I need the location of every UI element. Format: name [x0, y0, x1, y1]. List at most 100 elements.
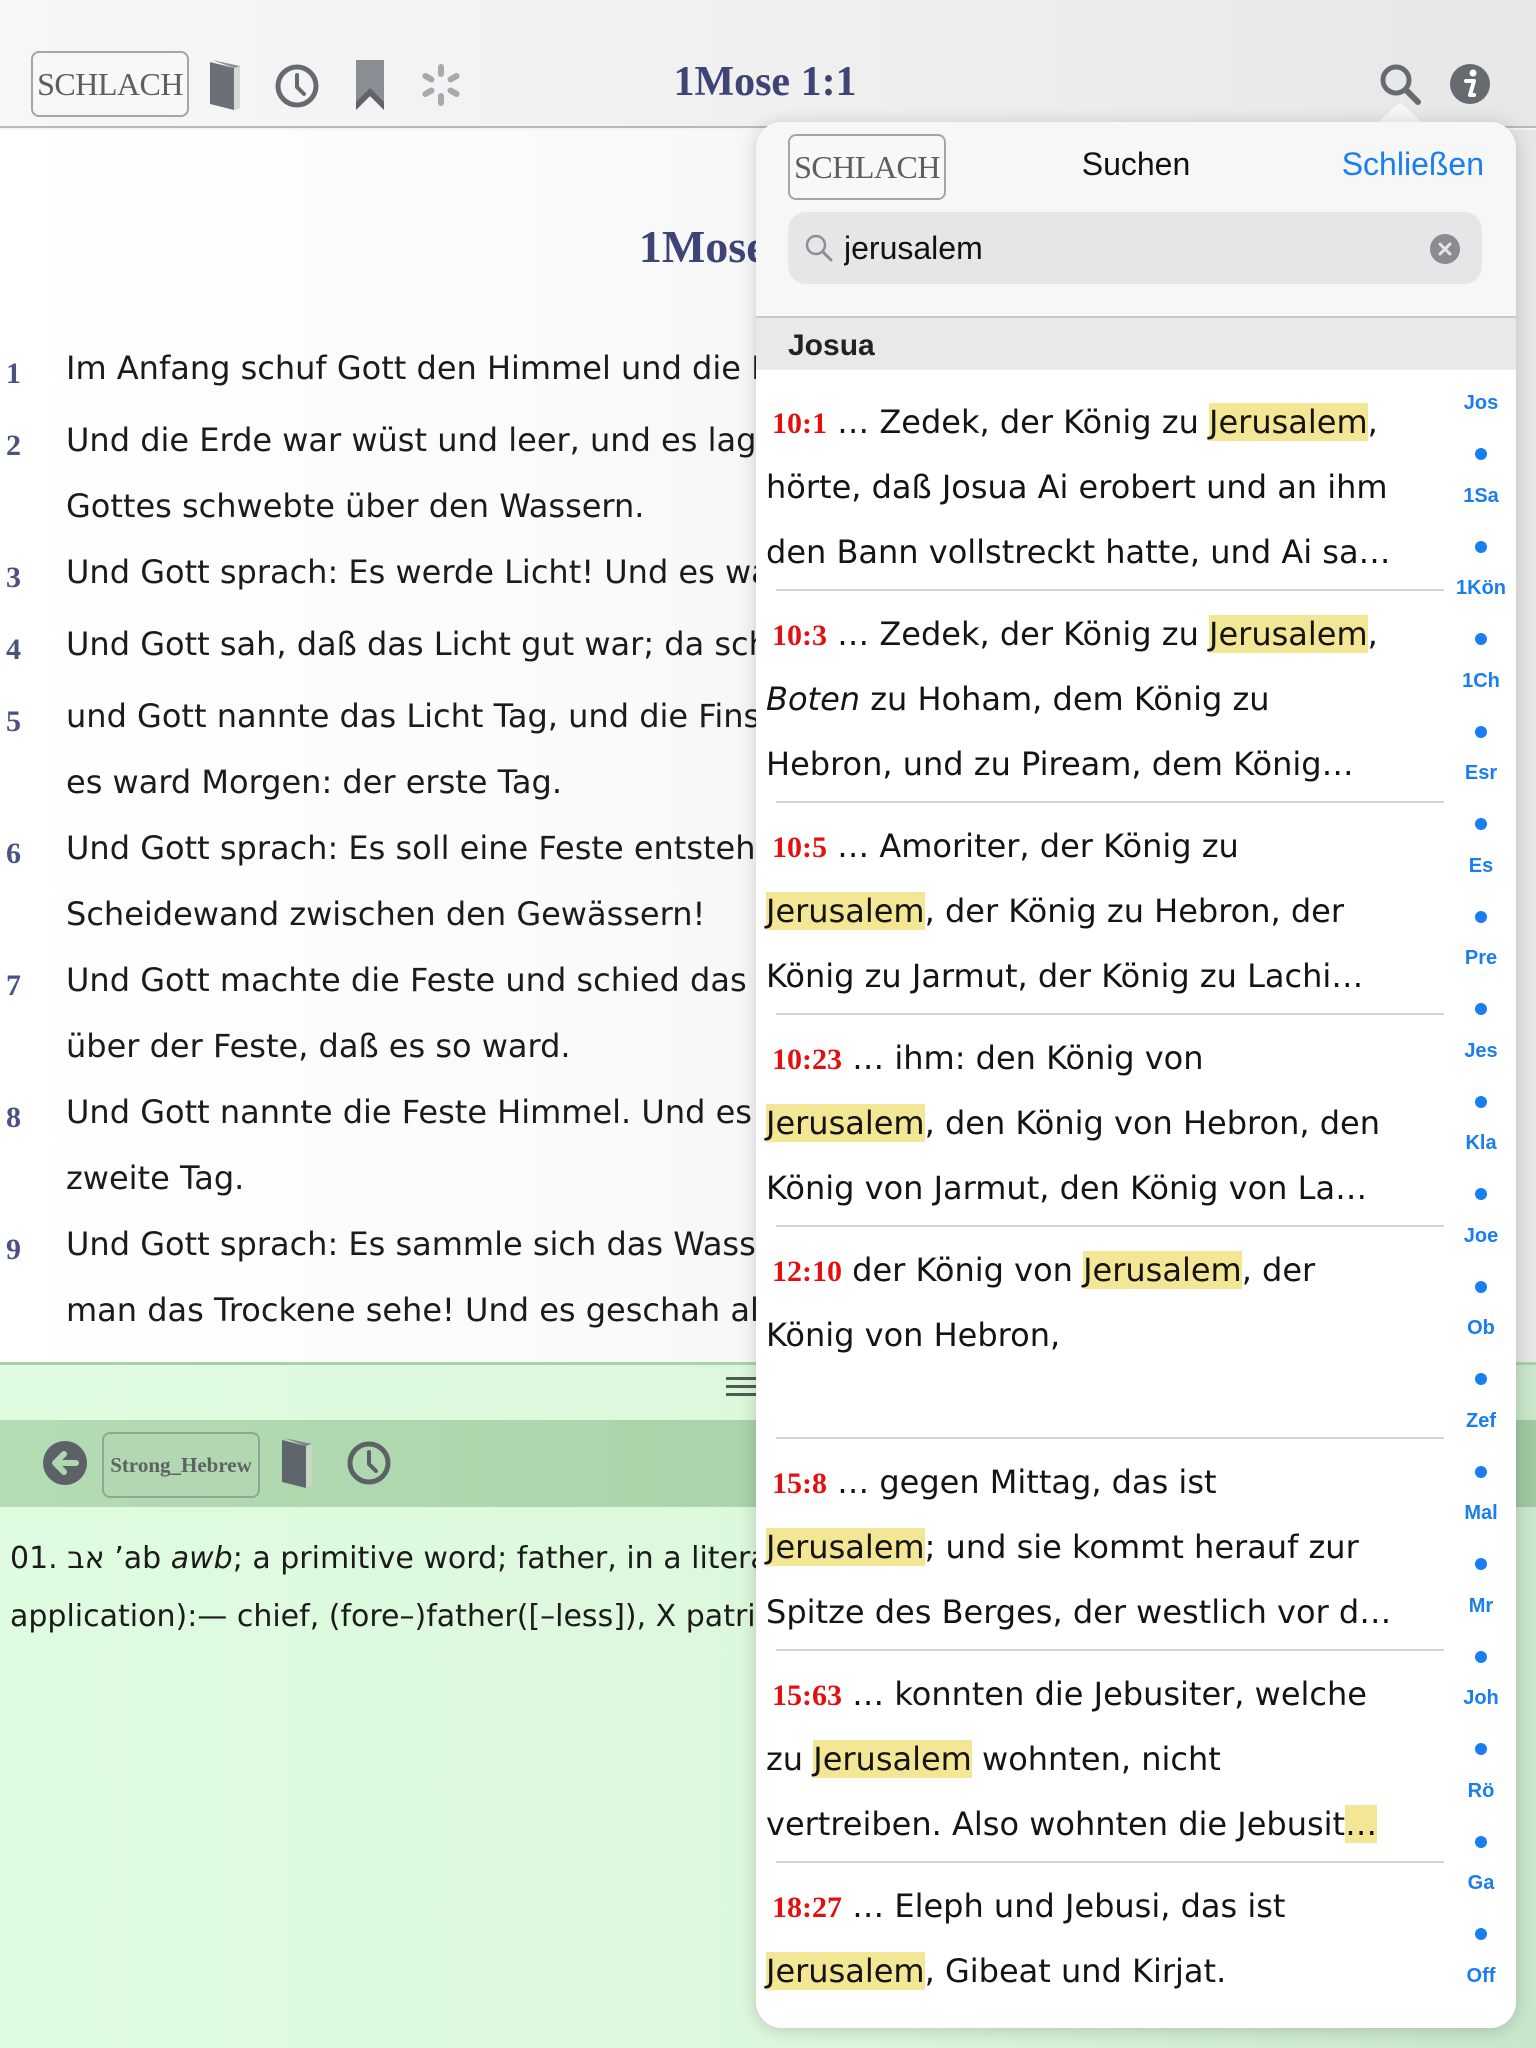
verse-number[interactable]: 4	[0, 611, 66, 683]
result-line	[766, 1368, 1446, 1433]
result-text: … Amoriter, der König zu	[827, 827, 1239, 865]
index-dot	[1475, 1835, 1487, 1848]
result-line: 10:23 … ihm: den König von	[766, 1026, 1446, 1091]
verse-number[interactable]: 6	[0, 815, 66, 887]
result-text: , den König von Hebron, den	[924, 1104, 1380, 1142]
book-icon[interactable]	[278, 1436, 318, 1490]
result-text: den Bann vollstreckt hatte, und Ai sa…	[766, 533, 1391, 571]
book-icon[interactable]	[206, 58, 246, 112]
close-button[interactable]: Schließen	[1342, 146, 1484, 183]
result-line: vertreiben. Also wohnten die Jebusit…	[766, 1792, 1446, 1857]
index-item[interactable]: Jos	[1446, 392, 1516, 415]
index-dot	[1475, 1188, 1487, 1200]
verse-number[interactable]: 10	[0, 1343, 66, 1362]
search-result-item[interactable]: 18:27 … Eleph und Jebusi, das ist Jerusal…	[766, 1874, 1446, 2004]
results-section-header: Josua	[756, 318, 1516, 370]
verse-reference: 12:10	[772, 1255, 842, 1288]
search-match-highlight: Jerusalem	[766, 1952, 925, 1990]
search-result-item[interactable]: 15:8 … gegen Mittag, das ist Jerusalem; u…	[766, 1450, 1446, 1645]
verse-number[interactable]: 5	[0, 683, 66, 755]
verse-number[interactable]: 3	[0, 539, 66, 611]
index-item[interactable]: Esr	[1446, 762, 1516, 785]
index-item[interactable]: 1Ch	[1446, 670, 1516, 693]
index-item[interactable]: Mal	[1446, 1502, 1516, 1525]
search-results-list[interactable]: 10:1 … Zedek, der König zu Jerusalem, hör…	[756, 370, 1516, 2028]
index-item[interactable]: Pre	[1446, 947, 1516, 970]
search-result-item[interactable]: 10:5 … Amoriter, der König zu Jerusalem, …	[766, 814, 1446, 1009]
bookmark-icon[interactable]	[352, 58, 388, 112]
entry-number: 01.	[10, 1541, 58, 1576]
verse-number[interactable]: 9	[0, 1211, 66, 1283]
search-input[interactable]	[844, 229, 1404, 267]
index-item[interactable]: Off	[1446, 1965, 1516, 1988]
translation-selector-button[interactable]: SCHLACH	[31, 51, 189, 117]
close-icon	[1438, 242, 1452, 256]
index-item[interactable]: 1Sa	[1446, 485, 1516, 508]
clear-search-button[interactable]	[1430, 234, 1460, 264]
history-clock-icon[interactable]	[274, 63, 320, 109]
result-text: der König von	[842, 1251, 1084, 1289]
top-navigation-bar: SCHLACH 1Mose 1:1	[0, 0, 1536, 128]
result-line: 12:10 der König von Jerusalem, der	[766, 1238, 1446, 1303]
index-item[interactable]: Es	[1446, 855, 1516, 878]
index-item[interactable]: Ob	[1446, 1317, 1516, 1340]
verse-number[interactable]: 7	[0, 947, 66, 1019]
search-result-item[interactable]: 10:23 … ihm: den König von Jerusalem, den…	[766, 1026, 1446, 1221]
index-item[interactable]: Joe	[1446, 1225, 1516, 1248]
index-item[interactable]: Mr	[1446, 1595, 1516, 1618]
result-text: ; und sie kommt herauf zur	[924, 1528, 1359, 1566]
search-match-highlight: Jerusalem	[766, 1104, 925, 1142]
result-line: Jerusalem, Gibeat und Kirjat.	[766, 1939, 1446, 2004]
asterisk-icon[interactable]	[418, 62, 464, 108]
search-match-highlight: Jerusalem	[1209, 615, 1368, 653]
index-item[interactable]: Joh	[1446, 1687, 1516, 1710]
search-result-item[interactable]: 10:3 … Zedek, der König zu Jerusalem, Bot…	[766, 602, 1446, 797]
verse-reference: 10:1	[772, 407, 827, 440]
result-line: 10:1 … Zedek, der König zu Jerusalem,	[766, 390, 1446, 455]
result-separator	[776, 1013, 1444, 1015]
search-result-item[interactable]: 15:63 … konnten die Jebusiter, welche zu …	[766, 1662, 1446, 1857]
result-text: … konnten die Jebusiter, welche	[842, 1675, 1367, 1713]
index-item[interactable]: Ga	[1446, 1872, 1516, 1895]
result-text: , der	[1241, 1251, 1316, 1289]
pronunciation: awb	[170, 1541, 233, 1576]
search-translation-button[interactable]: SCHLACH	[788, 134, 946, 200]
index-item[interactable]: Jes	[1446, 1040, 1516, 1063]
search-result-item[interactable]: 10:1 … Zedek, der König zu Jerusalem, hör…	[766, 390, 1446, 585]
index-item[interactable]: Zef	[1446, 1410, 1516, 1433]
history-clock-icon[interactable]	[346, 1440, 392, 1486]
search-popover: SCHLACH Suchen Schließen Josua 10:1 … Ze…	[756, 122, 1516, 2028]
search-match-highlight: …	[1345, 1805, 1378, 1843]
verse-number[interactable]: 8	[0, 1079, 66, 1151]
index-item[interactable]: Rö	[1446, 1780, 1516, 1803]
result-line: 10:3 … Zedek, der König zu Jerusalem,	[766, 602, 1446, 667]
result-text: zu	[766, 1740, 814, 1778]
search-field[interactable]	[788, 212, 1482, 284]
current-reference-title[interactable]: 1Mose 1:1	[560, 58, 970, 106]
search-result-item[interactable]: 12:10 der König von Jerusalem, der König …	[766, 1238, 1446, 1433]
split-drag-handle[interactable]	[726, 1377, 756, 1401]
dictionary-selector-button[interactable]: Strong_Hebrew	[102, 1432, 260, 1498]
result-separator	[776, 1437, 1444, 1439]
index-item[interactable]: Kla	[1446, 1132, 1516, 1155]
back-arrow-icon[interactable]	[42, 1440, 88, 1486]
index-dot	[1475, 725, 1487, 738]
search-icon	[805, 234, 833, 262]
result-text: ,	[1367, 615, 1378, 653]
book-index-scrubber[interactable]: Jos 1Sa 1Kön 1Ch Esr Es Pre Jes Kla Joe Ob Zef Mal Mr…	[1446, 370, 1516, 2028]
search-match-highlight: Jerusalem	[766, 1528, 925, 1566]
index-dot	[1475, 910, 1487, 923]
result-text: wohnten, nicht	[971, 1740, 1221, 1778]
verse-reference: 10:23	[772, 1043, 842, 1076]
verse-number[interactable]: 1	[0, 335, 66, 407]
verse-number[interactable]: 2	[0, 407, 66, 479]
search-match-highlight: Jerusalem	[1083, 1251, 1242, 1289]
index-item[interactable]: 1Kön	[1446, 577, 1516, 600]
result-text: Spitze des Berges, der westlich vor d…	[766, 1593, 1392, 1631]
result-line: hörte, daß Josua Ai erobert und an ihm	[766, 455, 1446, 520]
result-text: … Zedek, der König zu	[827, 615, 1210, 653]
info-icon[interactable]	[1448, 62, 1492, 106]
index-dot	[1475, 1928, 1487, 1940]
hebrew-word: אב	[67, 1541, 105, 1576]
result-line: 10:5 … Amoriter, der König zu	[766, 814, 1446, 879]
